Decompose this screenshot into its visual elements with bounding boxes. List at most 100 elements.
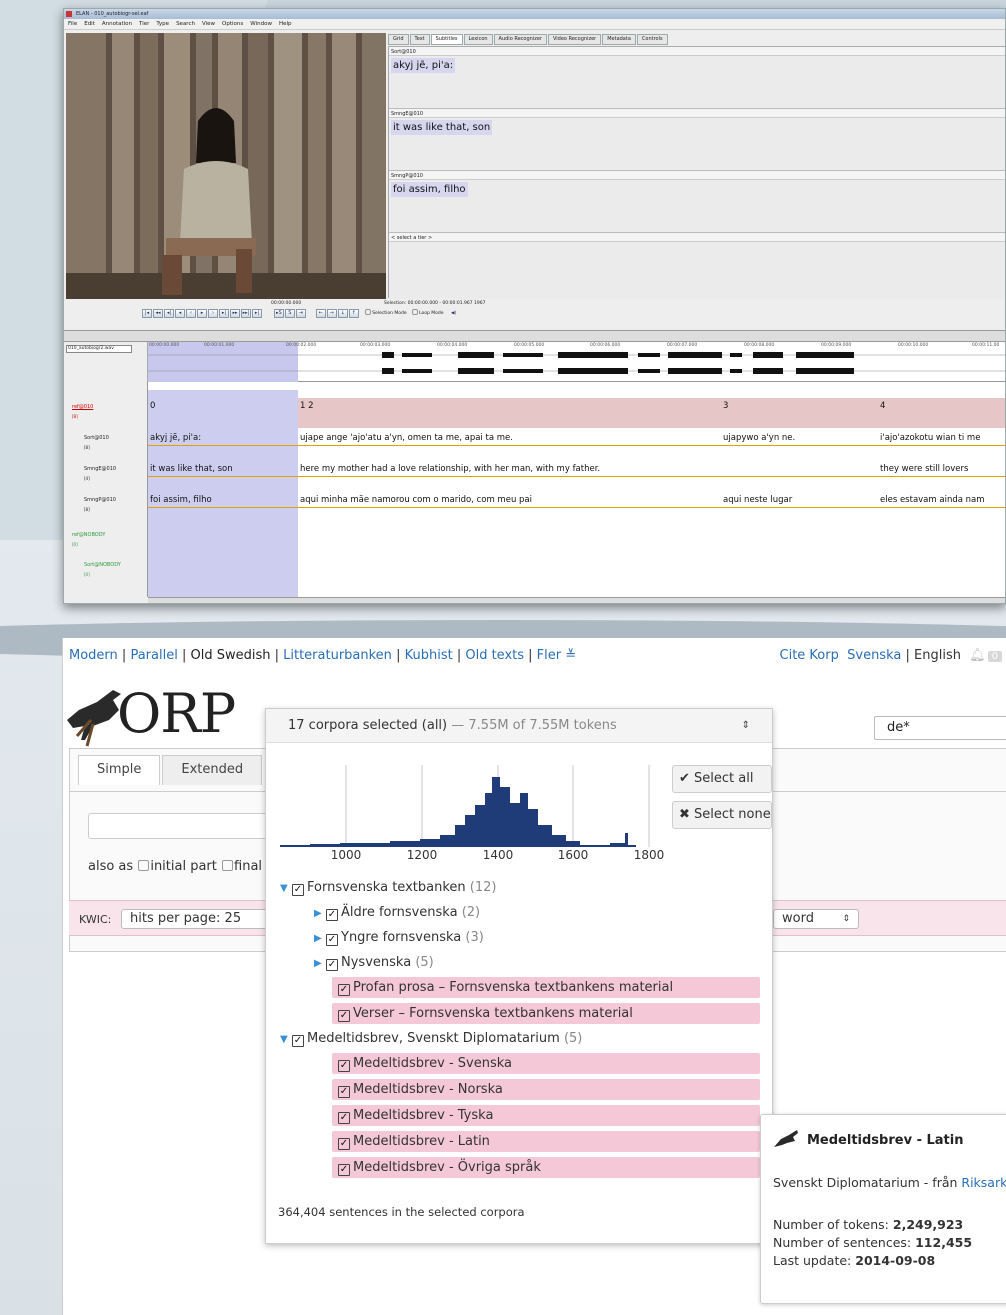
previous-second-button[interactable]: ◂| [164, 309, 174, 318]
arrow-up-button[interactable]: ↑ [348, 309, 359, 318]
tree-folder[interactable]: ▼ ✓ Fornsvenska textbanken (12) [280, 877, 496, 898]
nav-kubhist[interactable]: Kubhist [405, 648, 453, 663]
tree-corpus-item[interactable]: ✓ Medeltidsbrev - Tyska [332, 1105, 760, 1126]
annotation[interactable]: ujapywo a'yn ne. [723, 433, 795, 443]
expand-closed-icon[interactable]: ▶ [314, 903, 326, 924]
select-all-button[interactable]: ✔ Select all [672, 765, 772, 793]
korp-logo[interactable]: ORP [63, 680, 253, 750]
timeline-scrollbar[interactable] [148, 597, 1005, 603]
simple-search-input[interactable] [88, 813, 268, 839]
menu-view[interactable]: View [202, 19, 215, 29]
expand-closed-icon[interactable]: ▶ [314, 928, 326, 949]
subtitle-panel[interactable]: < select a tier > [389, 233, 1005, 299]
nav-litteraturbanken[interactable]: Litteraturbanken [283, 648, 392, 663]
annotation[interactable]: 0 [150, 401, 155, 411]
tab-lexicon[interactable]: Lexicon [463, 34, 493, 45]
annotation[interactable]: here my mother had a love relationship, … [300, 464, 600, 474]
menu-options[interactable]: Options [222, 19, 243, 29]
cite-korp-link[interactable]: Cite Korp [780, 648, 839, 663]
annotation[interactable]: 3 [723, 401, 728, 411]
video-viewer[interactable] [66, 33, 386, 299]
selection-mode-checkbox[interactable] [365, 309, 372, 315]
next-second-button[interactable]: ▸▸ [230, 309, 240, 318]
checkbox-checked-icon[interactable]: ✓ [338, 1112, 350, 1124]
tier-name[interactable]: ref@NOBODY [72, 532, 105, 538]
nav-old-swedish[interactable]: Old Swedish [190, 648, 270, 663]
sort-select[interactable]: word ⇕ [773, 909, 859, 929]
nav-parallel[interactable]: Parallel [130, 648, 177, 663]
menu-type[interactable]: Type [156, 19, 169, 29]
annotation[interactable]: it was like that, son [150, 464, 233, 474]
expand-open-icon[interactable]: ▼ [280, 878, 292, 899]
split-divider[interactable] [64, 330, 1005, 342]
timeline-viewer[interactable]: ref@010 [8] Sort@010 [8] SmngE@010 [4] S… [64, 382, 1005, 597]
annotation[interactable]: akyj jẽ, pi'a: [150, 433, 201, 443]
tab-simple[interactable]: Simple [78, 755, 161, 785]
play-button[interactable]: ▸ [197, 309, 207, 318]
annotation[interactable]: foi assim, filho [150, 495, 212, 505]
wave-file-select[interactable]: 010_autobiogr2.wav [66, 345, 132, 353]
hits-per-page-select[interactable]: hits per page: 25 [121, 909, 271, 929]
tab-subtitles[interactable]: Subtitles [430, 34, 463, 45]
expand-closed-icon[interactable]: ▶ [314, 953, 326, 974]
select-none-button[interactable]: ✖ Select none [672, 801, 772, 829]
checkbox-checked-icon[interactable]: ✓ [338, 1164, 350, 1176]
menu-window[interactable]: Window [250, 19, 272, 29]
checkbox-checked-icon[interactable]: ✓ [326, 959, 338, 971]
annotation[interactable]: they were still lovers [880, 464, 968, 474]
next-scroll-button[interactable]: ▸▸| [241, 309, 251, 318]
tree-corpus-item[interactable]: ✓ Verser – Fornsvenska textbankens materi… [332, 1003, 760, 1024]
expand-open-icon[interactable]: ▼ [280, 1029, 292, 1050]
checkbox-checked-icon[interactable]: ✓ [326, 934, 338, 946]
previous-pixel-button[interactable]: ‹ [186, 309, 196, 318]
waveform-viewer[interactable]: 010_autobiogr2.wav 00:00:00.000 00:00:01… [64, 342, 1005, 382]
tree-corpus-item[interactable]: ✓ Medeltidsbrev - Svenska [332, 1053, 760, 1074]
checkbox-checked-icon[interactable]: ✓ [338, 1060, 350, 1072]
tab-metadata[interactable]: Metadata [602, 34, 636, 45]
tab-controls[interactable]: Controls [636, 34, 668, 45]
previous-frame-button[interactable]: ◂ [175, 309, 185, 318]
tier-name[interactable]: SmngP@010 [84, 497, 116, 503]
tree-corpus-item[interactable]: ✓ Profan prosa – Fornsvenska textbankens … [332, 977, 760, 998]
search-input[interactable]: de* [874, 716, 1006, 740]
annotation[interactable]: ujape ange 'ajo'atu a'yn, omen ta me, ap… [300, 433, 513, 443]
final-checkbox[interactable] [222, 860, 234, 871]
previous-scroll-button[interactable]: ◂◂ [153, 309, 163, 318]
tier-name[interactable]: ref@010 [72, 404, 93, 410]
corpus-chooser-header[interactable]: 17 corpora selected (all) — 7.55M of 7.5… [266, 709, 772, 743]
menu-annotation[interactable]: Annotation [102, 19, 132, 29]
annotation[interactable]: 1 2 [300, 401, 314, 411]
tab-grid[interactable]: Grid [388, 34, 409, 45]
tree-corpus-item[interactable]: ✓ Medeltidsbrev - Övriga språk [332, 1157, 760, 1178]
tab-audio-recognizer[interactable]: Audio Recognizer [493, 34, 547, 45]
subtitle-tier-name[interactable]: SmngP@010 [389, 171, 1005, 180]
checkbox-checked-icon[interactable]: ✓ [326, 909, 338, 921]
info-source-link[interactable]: Riksarkiv [961, 1175, 1006, 1190]
next-frame-button[interactable]: ▸| [219, 309, 229, 318]
checkbox-checked-icon[interactable]: ✓ [292, 1035, 304, 1047]
annotation[interactable]: i'ajo'azokotu wian ti me [880, 433, 980, 443]
tier-name[interactable]: Sort@NOBODY [84, 562, 121, 568]
tree-folder[interactable]: ▶ ✓ Nysvenska (5) [314, 952, 434, 973]
subtitle-panel[interactable]: Sort@010 akyj jẽ, pi'a: [389, 47, 1005, 109]
nav-old-texts[interactable]: Old texts [465, 648, 524, 663]
lang-svenska[interactable]: Svenska [847, 648, 901, 663]
tab-video-recognizer[interactable]: Video Recognizer [547, 34, 602, 45]
tree-folder[interactable]: ▶ ✓ Äldre fornsvenska (2) [314, 902, 480, 923]
loop-mode-checkbox[interactable] [412, 309, 419, 315]
subtitle-tier-select[interactable]: < select a tier > [389, 233, 1005, 242]
arrow-right-button[interactable]: → [326, 309, 337, 318]
nav-modern[interactable]: Modern [69, 648, 118, 663]
annotation[interactable]: aqui minha mãe namorou com o marido, com… [300, 495, 532, 505]
tree-corpus-item[interactable]: ✓ Medeltidsbrev - Latin [332, 1131, 760, 1152]
volume-icon[interactable]: ◀) [451, 311, 456, 316]
subtitle-tier-name[interactable]: Sort@010 [389, 47, 1005, 56]
subtitle-panel[interactable]: SmngP@010 foi assim, filho [389, 171, 1005, 233]
go-to-begin-button[interactable]: |◂ [142, 309, 152, 318]
checkbox-checked-icon[interactable]: ✓ [292, 884, 304, 896]
menu-edit[interactable]: Edit [84, 19, 95, 29]
subtitle-panel[interactable]: SmngE@010 it was like that, son [389, 109, 1005, 171]
toggle-crosshair-button[interactable]: ⇥ [295, 309, 306, 318]
clear-selection-button[interactable]: S [284, 309, 295, 318]
tree-folder[interactable]: ▼ ✓ Medeltidsbrev, Svenskt Diplomatarium (… [280, 1028, 582, 1049]
